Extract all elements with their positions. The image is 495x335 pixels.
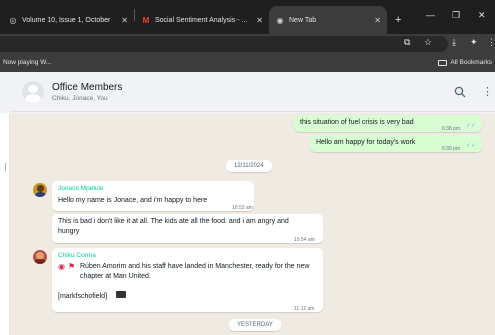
all-bookmarks-button[interactable]: All Bookmarks — [438, 59, 492, 66]
incoming-message[interactable]: This is bad i don't like it at all. The … — [52, 214, 323, 243]
new-tab-button[interactable]: + — [395, 6, 401, 34]
chat-title: Office Members — [52, 82, 123, 93]
search-icon[interactable] — [454, 86, 466, 98]
credit-text: [markfschofield] — [58, 293, 108, 300]
message-time: 10:54 am — [294, 237, 315, 243]
address-bar[interactable] — [0, 36, 448, 52]
incoming-message[interactable]: Chiku Corma ◉ ⚑ Rúben Amorim and his sta… — [52, 248, 323, 312]
close-icon[interactable]: ✕ — [256, 16, 263, 25]
close-icon[interactable]: ✕ — [121, 16, 128, 25]
tab-social-sentiment[interactable]: M Social Sentiment Analysis - ... ✕ — [135, 6, 269, 34]
kebab-menu-icon[interactable]: ⋮ — [482, 85, 493, 98]
incoming-message[interactable]: Jonace Mpelule Hello my name is Jonace, … — [52, 181, 254, 211]
outgoing-message[interactable]: Hello am happy for today's work 6:39 pm … — [310, 135, 482, 152]
flag-icon: ⚑ — [68, 262, 76, 271]
message-text: This is bad i don't like it at all. The … — [58, 218, 289, 235]
tab-volume-10[interactable]: ◎ Volume 10, Issue 1, October ✕ — [2, 6, 134, 34]
emoji-icon: ◉ — [58, 262, 65, 271]
message-time: 6:38 pm — [442, 126, 461, 132]
message-time: 10:53 am — [232, 205, 253, 211]
message-text: Rúben Amorim and his staff have landed i… — [80, 263, 310, 280]
tab-title: Volume 10, Issue 1, October — [22, 16, 111, 24]
address-bar-row: ⧉ ☆ ⤓ ✦ ⋮ — [0, 34, 495, 54]
all-bookmarks-label: All Bookmarks — [450, 59, 492, 66]
group-avatar[interactable] — [22, 81, 44, 103]
browser-menu-icon[interactable]: ⋮ — [487, 37, 495, 48]
install-app-icon[interactable]: ⧉ — [404, 37, 410, 48]
bookmark-now-playing[interactable]: Now playing W... — [3, 59, 51, 66]
close-window-icon[interactable]: ✕ — [478, 10, 486, 21]
chat-messages-area: this situation of fuel crisis is very ba… — [10, 113, 495, 335]
bookmarks-bar: Now playing W... All Bookmarks — [0, 54, 495, 72]
chat-header[interactable]: Office Members Chiku, Jonace, You ⋮ — [10, 72, 495, 112]
download-icon[interactable]: ⤓ — [452, 37, 456, 48]
browser-tab-bar: ◎ Volume 10, Issue 1, October ✕ M Social… — [0, 0, 495, 34]
tab-title: New Tab — [289, 16, 317, 24]
message-text: Hello am happy for today's work — [316, 139, 416, 146]
tab-new-tab[interactable]: ◉ New Tab ✕ — [269, 6, 387, 34]
tab-title: Social Sentiment Analysis - ... — [155, 16, 248, 24]
extension-icon[interactable]: ✦ — [470, 37, 478, 48]
minimize-icon[interactable]: — — [426, 10, 435, 20]
read-receipt-icon: ✓✓ — [466, 143, 477, 149]
outgoing-message[interactable]: this situation of fuel crisis is very ba… — [294, 115, 482, 132]
side-panel-edge — [0, 113, 10, 335]
date-separator: 12/11/2024 — [226, 160, 272, 172]
restore-icon[interactable]: ❐ — [452, 10, 460, 21]
message-time: 11:12 am — [294, 306, 315, 312]
sender-name: Jonace Mpelule — [58, 185, 104, 192]
read-receipt-icon: ✓✓ — [466, 123, 477, 129]
chrome-icon: ◉ — [276, 15, 284, 25]
avatar[interactable] — [33, 183, 47, 197]
date-separator: YESTERDAY — [229, 319, 281, 331]
bookmark-star-icon[interactable]: ☆ — [424, 37, 432, 48]
message-text: this situation of fuel crisis is very ba… — [300, 119, 414, 126]
sender-name: Chiku Corma — [58, 252, 96, 259]
folder-icon — [438, 59, 448, 66]
chat-members: Chiku, Jonace, You — [52, 95, 108, 102]
message-text: Hello my name is Jonace, and i'm happy t… — [58, 197, 208, 204]
globe-icon: ◎ — [9, 15, 17, 25]
gmail-icon: M — [142, 15, 150, 25]
camera-icon — [116, 291, 126, 298]
message-time: 6:39 pm — [442, 146, 461, 152]
close-icon[interactable]: ✕ — [374, 16, 381, 25]
avatar[interactable] — [33, 250, 47, 264]
